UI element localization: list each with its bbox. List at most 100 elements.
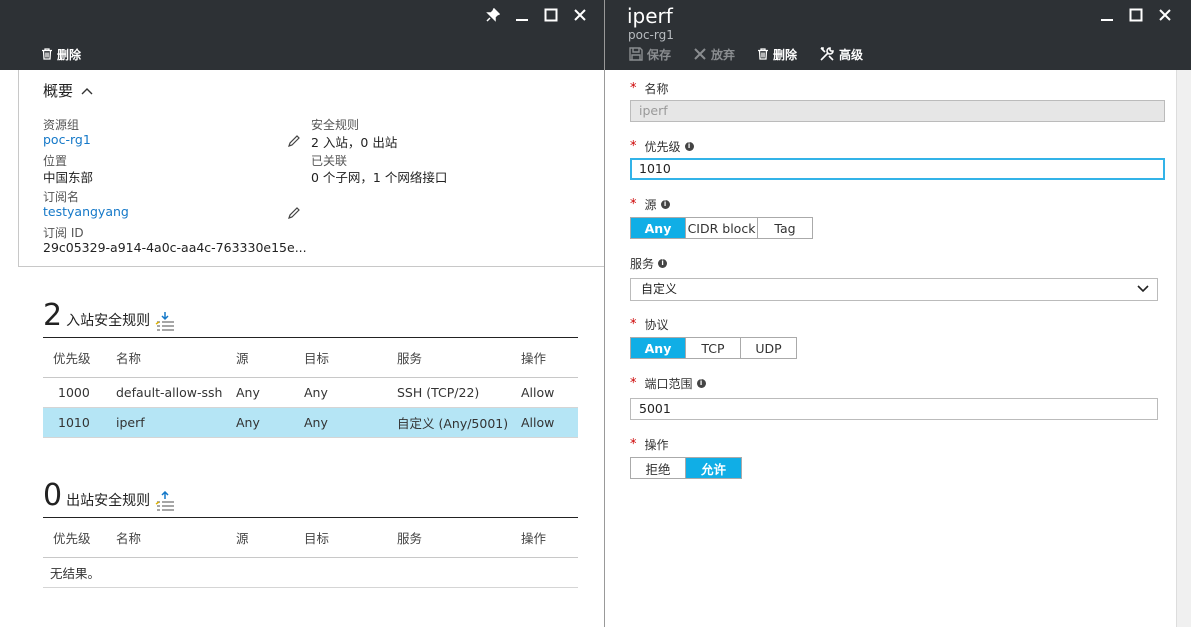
essentials-toggle[interactable]: 概要 xyxy=(43,80,93,101)
resource-group-link[interactable]: poc-rg1 xyxy=(43,132,91,147)
protocol-option-udp[interactable]: UDP xyxy=(741,338,796,358)
source-option-tag[interactable]: Tag xyxy=(758,218,812,238)
service-value: 自定义 xyxy=(641,282,678,296)
maximize-icon[interactable] xyxy=(536,4,565,26)
inbound-count: 2 xyxy=(43,298,63,333)
name-label: 名称 xyxy=(644,82,669,96)
location-value: 中国东部 xyxy=(43,170,94,185)
delete-rule-label: 删除 xyxy=(773,47,798,62)
info-icon[interactable]: i xyxy=(684,142,694,151)
right-blade-scrollbar[interactable] xyxy=(1176,70,1191,627)
protocol-option-tcp[interactable]: TCP xyxy=(686,338,741,358)
table-row[interactable]: 1000 default-allow-ssh Any Any SSH (TCP/… xyxy=(43,377,578,408)
essentials-divider xyxy=(18,266,604,267)
essentials-title: 概要 xyxy=(43,82,74,100)
minimize-icon[interactable] xyxy=(1092,4,1121,26)
trash-icon xyxy=(758,48,769,60)
protocol-field-label: * 协议 xyxy=(630,316,669,333)
essentials-left-border xyxy=(18,70,19,266)
name-input[interactable]: iperf xyxy=(630,100,1165,122)
cell-service: 自定义 (Any/5001) xyxy=(387,407,511,438)
col-source[interactable]: 源 xyxy=(226,337,294,378)
delete-label: 删除 xyxy=(57,47,82,62)
resource-group-label: 资源组 xyxy=(43,118,80,132)
priority-field-label: * 优先级 i xyxy=(630,138,694,155)
save-button[interactable]: 保存 xyxy=(629,46,671,63)
close-icon[interactable] xyxy=(565,4,594,26)
outbound-section-title: 0 出站安全规则 xyxy=(43,481,176,511)
info-icon[interactable]: i xyxy=(658,259,668,268)
protocol-option-any[interactable]: Any xyxy=(631,338,686,358)
outbound-header-row: 优先级 名称 源 目标 服务 操作 xyxy=(43,517,578,558)
subscription-id-value: 29c05329-a914-4a0c-aa4c-763330e15e... xyxy=(43,240,307,255)
cell-priority: 1000 xyxy=(43,377,106,408)
col-destination[interactable]: 目标 xyxy=(294,337,387,378)
col-priority[interactable]: 优先级 xyxy=(43,337,106,378)
right-window-controls xyxy=(1092,4,1179,26)
associated-value: 0 个子网，1 个网络接口 xyxy=(311,170,448,185)
protocol-label: 协议 xyxy=(644,318,669,332)
inbound-section-title: 2 入站安全规则 xyxy=(43,301,176,331)
cell-action: Allow xyxy=(511,377,578,408)
service-field-label: 服务 i xyxy=(630,255,668,272)
blade-title: iperf xyxy=(627,4,673,28)
cell-destination: Any xyxy=(294,407,387,438)
edit-resource-group-icon[interactable] xyxy=(287,134,301,148)
info-icon[interactable]: i xyxy=(696,379,706,388)
chevron-down-icon xyxy=(1137,285,1149,293)
subscription-link[interactable]: testyangyang xyxy=(43,204,129,219)
col-priority[interactable]: 优先级 xyxy=(43,517,106,558)
col-action[interactable]: 操作 xyxy=(511,517,578,558)
required-marker: * xyxy=(630,197,637,212)
source-option-cidr[interactable]: CIDR block xyxy=(686,218,758,238)
left-command-bar: 删除 xyxy=(41,43,103,65)
port-range-field-label: * 端口范围 i xyxy=(630,375,706,392)
table-row[interactable]: 1010 iperf Any Any 自定义 (Any/5001) Allow xyxy=(43,407,578,438)
trash-icon xyxy=(42,48,52,60)
service-select[interactable]: 自定义 xyxy=(630,278,1158,301)
delete-rule-button[interactable]: 删除 xyxy=(757,46,797,63)
port-range-input[interactable]: 5001 xyxy=(630,398,1158,420)
required-marker: * xyxy=(630,437,637,452)
action-option-allow[interactable]: 允许 xyxy=(686,458,741,478)
discard-button[interactable]: 放弃 xyxy=(693,46,735,63)
priority-input[interactable]: 1010 xyxy=(630,158,1165,180)
blade-subtitle: poc-rg1 xyxy=(628,28,674,42)
cell-service: SSH (TCP/22) xyxy=(387,377,511,408)
col-name[interactable]: 名称 xyxy=(106,517,226,558)
port-range-label: 端口范围 xyxy=(644,377,693,391)
edit-subscription-icon[interactable] xyxy=(287,206,301,220)
left-window-controls xyxy=(478,4,594,26)
col-action[interactable]: 操作 xyxy=(511,337,578,378)
close-icon[interactable] xyxy=(1150,4,1179,26)
inbound-rules-icon[interactable] xyxy=(154,311,176,331)
required-marker: * xyxy=(630,139,637,154)
outbound-rules-icon[interactable] xyxy=(154,491,176,511)
minimize-icon[interactable] xyxy=(507,4,536,26)
col-destination[interactable]: 目标 xyxy=(294,517,387,558)
col-service[interactable]: 服务 xyxy=(387,337,511,378)
delete-button[interactable]: 删除 xyxy=(41,46,81,63)
action-option-deny[interactable]: 拒绝 xyxy=(631,458,686,478)
pin-icon[interactable] xyxy=(478,4,507,26)
save-icon xyxy=(629,47,643,61)
left-blade-header: 删除 xyxy=(0,0,604,70)
discard-icon xyxy=(694,48,706,60)
subscription-id-label: 订阅 ID xyxy=(43,226,84,240)
discard-label: 放弃 xyxy=(711,47,736,62)
outbound-count: 0 xyxy=(43,478,63,513)
service-label: 服务 xyxy=(630,257,655,271)
network-security-group-blade: 删除 概要 资源组 poc-rg1 位置 中国东部 订阅名 testyangya… xyxy=(0,0,604,627)
maximize-icon[interactable] xyxy=(1121,4,1150,26)
col-service[interactable]: 服务 xyxy=(387,517,511,558)
advanced-button[interactable]: 高级 xyxy=(819,46,863,63)
save-label: 保存 xyxy=(647,47,672,62)
col-source[interactable]: 源 xyxy=(226,517,294,558)
info-icon[interactable]: i xyxy=(660,200,670,209)
col-name[interactable]: 名称 xyxy=(106,337,226,378)
source-selector: Any CIDR block Tag xyxy=(630,217,813,239)
source-field-label: * 源 i xyxy=(630,196,670,213)
source-option-any[interactable]: Any xyxy=(631,218,686,238)
tools-icon xyxy=(820,47,834,61)
cell-source: Any xyxy=(226,407,294,438)
